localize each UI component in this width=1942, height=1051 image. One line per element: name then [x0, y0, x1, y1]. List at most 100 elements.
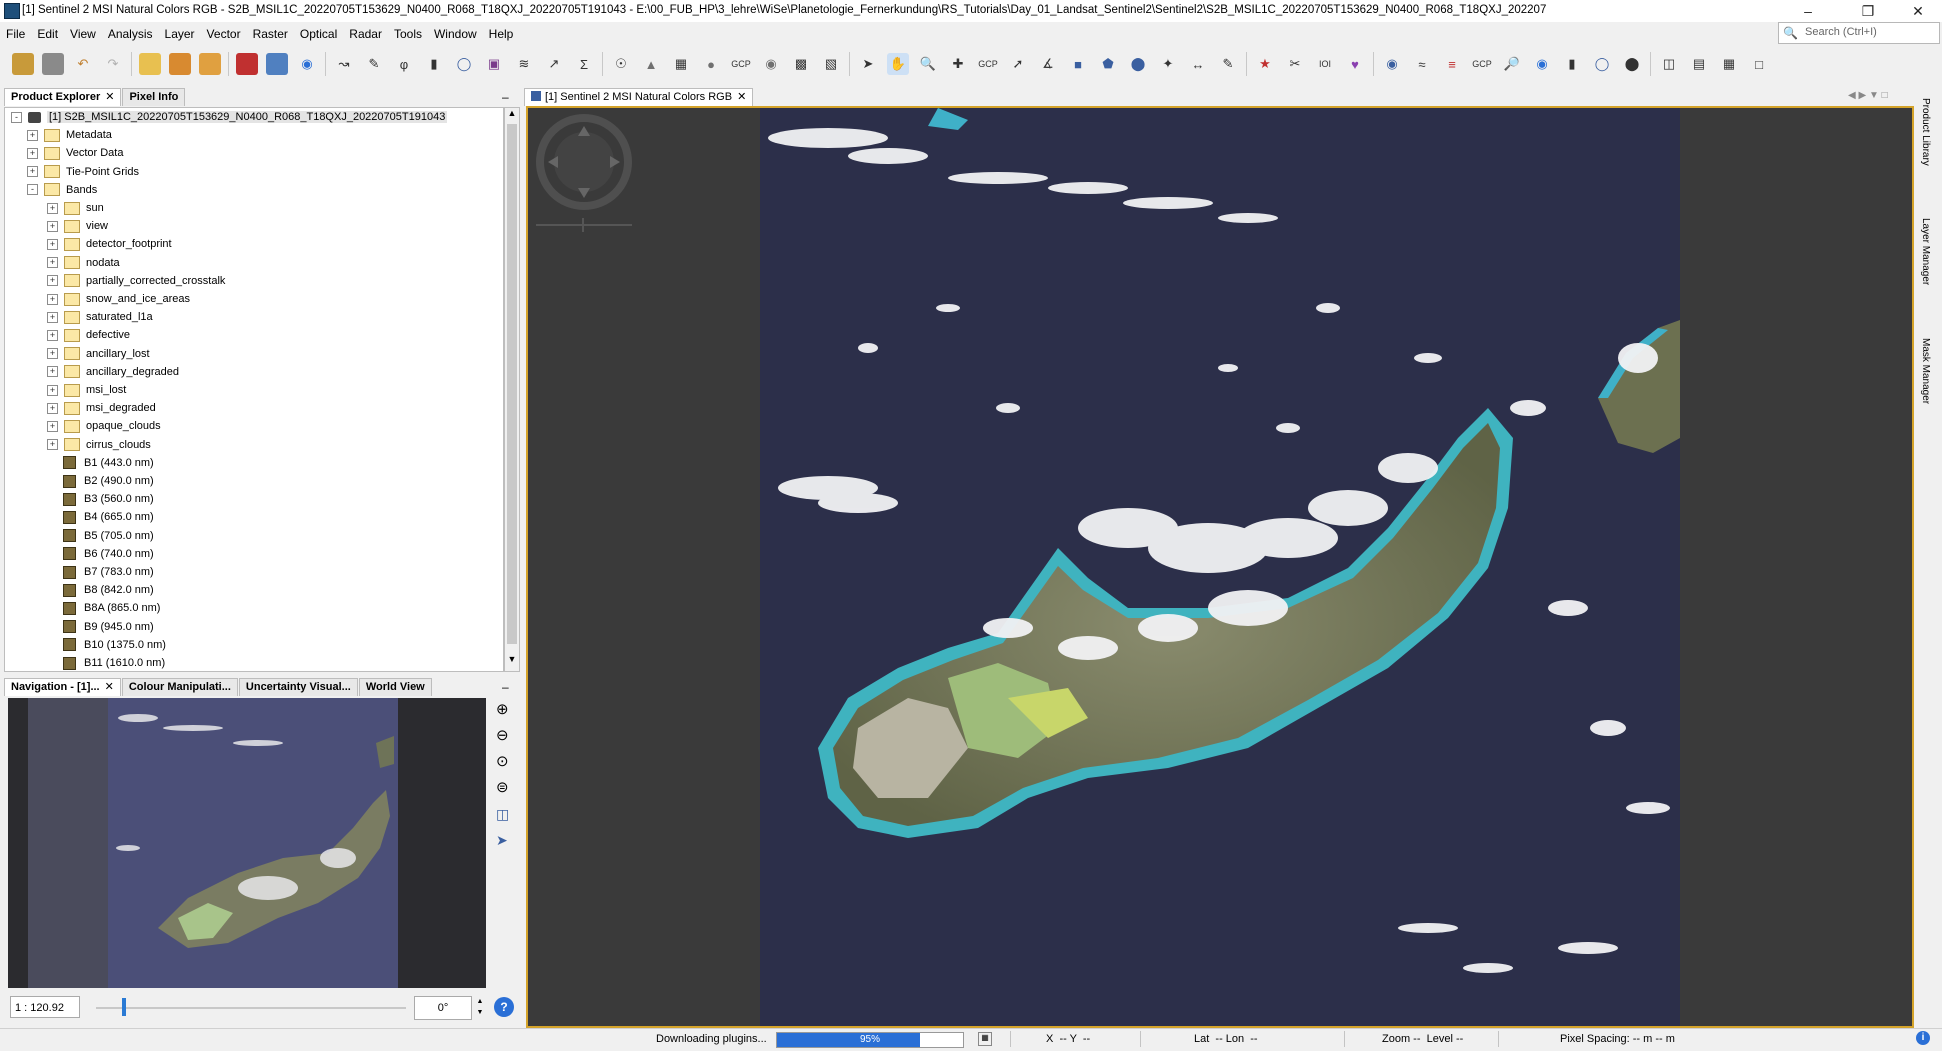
minimize-panel-icon[interactable]: – [502, 680, 509, 694]
scroll-thumb[interactable] [507, 124, 517, 644]
tree-scrollbar[interactable]: ▲ ▼ [504, 107, 520, 672]
polyline-drawing-icon[interactable]: ∡ [1037, 53, 1059, 75]
world-icon[interactable]: ◯ [1591, 53, 1613, 75]
tree-folder-item[interactable]: + msi_degraded [47, 399, 156, 417]
zoom-slider-knob[interactable] [122, 998, 126, 1016]
product-library-tab[interactable]: Product Library [1920, 98, 1931, 166]
navigation-overview[interactable] [8, 698, 486, 988]
line-chart-icon[interactable]: ≋ [513, 53, 535, 75]
histogram-tool-icon[interactable] [199, 53, 221, 75]
ellipse-drawing-icon[interactable]: ⬤ [1127, 53, 1149, 75]
tree-folder-item[interactable]: + msi_lost [47, 381, 126, 399]
mask-manager-tab[interactable]: Mask Manager [1920, 338, 1931, 404]
tree-folder-item[interactable]: + partially_corrected_crosstalk [47, 272, 225, 290]
band-maths-icon[interactable] [169, 53, 191, 75]
close-tab-icon[interactable]: ✕ [105, 681, 114, 693]
expand-icon[interactable]: + [47, 311, 58, 323]
profile-plot-icon[interactable]: ↝ [333, 53, 355, 75]
expand-icon[interactable]: + [47, 420, 58, 432]
menu-window[interactable]: Window [428, 27, 483, 41]
close-tab-icon[interactable]: ✕ [105, 91, 114, 103]
menu-edit[interactable]: Edit [31, 27, 64, 41]
chart-icon[interactable]: ▮ [1561, 53, 1583, 75]
expand-icon[interactable]: + [27, 166, 38, 178]
scale-field[interactable]: 1 : 120.92 [10, 996, 80, 1018]
tree-group-bands[interactable]: - Bands [27, 181, 97, 199]
tree-band-item[interactable]: B1 (443.0 nm) [47, 454, 154, 472]
tree-folder-item[interactable]: + detector_footprint [47, 235, 172, 253]
tile-grid-icon[interactable]: ▦ [1718, 53, 1740, 75]
expand-icon[interactable]: + [47, 348, 58, 360]
close-window-button[interactable]: ✕ [1898, 0, 1938, 22]
image-stats-icon[interactable]: ▣ [483, 53, 505, 75]
zoom-all-icon[interactable]: ⊜ [496, 778, 509, 796]
tree-folder-item[interactable]: + cirrus_clouds [47, 436, 151, 454]
expand-icon[interactable]: + [47, 238, 58, 250]
close-tab-icon[interactable]: ✕ [737, 91, 746, 103]
maximize-button[interactable]: ❐ [1848, 0, 1888, 22]
layers-icon[interactable]: ▲ [640, 53, 662, 75]
mosaic-icon[interactable]: ▩ [790, 53, 812, 75]
zoom-tool-icon[interactable]: 🔍 [917, 53, 939, 75]
statistics-sigma-icon[interactable]: Σ [573, 53, 595, 75]
tree-band-item[interactable]: B11 (1610.0 nm) [47, 654, 165, 671]
undo-icon[interactable]: ↶ [72, 53, 94, 75]
hearts-icon[interactable]: ♥ [1344, 53, 1366, 75]
view-nav-arrows[interactable]: ◀ ▶ ▼ □ [1848, 90, 1888, 101]
expand-icon[interactable]: + [47, 402, 58, 414]
rectangle-drawing-icon[interactable]: ■ [1067, 53, 1089, 75]
scroll-down-icon[interactable]: ▼ [506, 654, 518, 668]
tile-single-icon[interactable]: □ [1748, 53, 1770, 75]
menu-raster[interactable]: Raster [247, 27, 294, 41]
ioi-icon[interactable]: IOI [1314, 53, 1336, 75]
open-product-icon[interactable] [12, 53, 34, 75]
menu-radar[interactable]: Radar [343, 27, 388, 41]
tree-product-node[interactable]: - [1] S2B_MSIL1C_20220705T153629_N0400_R… [11, 108, 448, 126]
tree-folder-item[interactable]: + snow_and_ice_areas [47, 290, 190, 308]
tree-folder-item[interactable]: + defective [47, 326, 130, 344]
tree-band-item[interactable]: B8 (842.0 nm) [47, 581, 154, 599]
rotation-angle-field[interactable]: 0° [414, 996, 472, 1020]
tree-band-item[interactable]: B5 (705.0 nm) [47, 527, 154, 545]
tree-folder-item[interactable]: + nodata [47, 254, 120, 272]
redo-icon[interactable]: ↷ [102, 53, 124, 75]
tree-folder-item[interactable]: + view [47, 217, 108, 235]
angle-spinner[interactable]: ▲ ▼ [474, 996, 486, 1018]
save-product-icon[interactable] [42, 53, 64, 75]
tree-folder-item[interactable]: + saturated_l1a [47, 308, 153, 326]
tab-product-explorer[interactable]: Product Explorer ✕ [4, 88, 122, 106]
menu-optical[interactable]: Optical [294, 27, 343, 41]
pixel-info-icon[interactable]: ◉ [296, 53, 318, 75]
expand-icon[interactable]: + [47, 329, 58, 341]
trend-chart-icon[interactable]: ↗ [543, 53, 565, 75]
rgb-image-icon[interactable] [236, 53, 258, 75]
expand-icon[interactable]: + [27, 147, 38, 159]
menu-help[interactable]: Help [483, 27, 520, 41]
zoom-slider-track[interactable] [96, 1007, 406, 1009]
sync-cursor-icon[interactable]: ➤ [496, 832, 508, 849]
progress-details-icon[interactable]: ▦ [978, 1032, 992, 1046]
eye-icon[interactable]: ◉ [1531, 53, 1553, 75]
expand-icon[interactable]: + [47, 275, 58, 287]
star-icon[interactable]: ★ [1254, 53, 1276, 75]
geocoding-icon[interactable] [266, 53, 288, 75]
search-box[interactable]: 🔍 Search (Ctrl+I) [1778, 22, 1940, 44]
tab-navigation[interactable]: Navigation - [1]... ✕ [4, 678, 121, 696]
expand-icon[interactable]: + [47, 366, 58, 378]
tree-folder-item[interactable]: + opaque_clouds [47, 417, 161, 435]
graph-builder-icon[interactable]: ▧ [820, 53, 842, 75]
pin-placing-icon[interactable]: ✚ [947, 53, 969, 75]
expand-icon[interactable]: + [27, 129, 38, 141]
tab-world-view[interactable]: World View [358, 678, 432, 696]
sphere-icon[interactable]: ⬤ [1621, 53, 1643, 75]
tree-group-vector-data[interactable]: + Vector Data [27, 144, 123, 162]
line-drawing-icon[interactable]: ➚ [1007, 53, 1029, 75]
menu-tools[interactable]: Tools [388, 27, 428, 41]
histogram-icon[interactable]: ▮ [423, 53, 445, 75]
notifications-icon[interactable]: i [1916, 1031, 1930, 1045]
globe-icon[interactable]: ◯ [453, 53, 475, 75]
terrain-icon[interactable]: ≈ [1411, 53, 1433, 75]
tree-folder-item[interactable]: + ancillary_lost [47, 345, 150, 363]
pin-manager-icon[interactable]: ◉ [760, 53, 782, 75]
select-tool-icon[interactable]: ➤ [857, 53, 879, 75]
